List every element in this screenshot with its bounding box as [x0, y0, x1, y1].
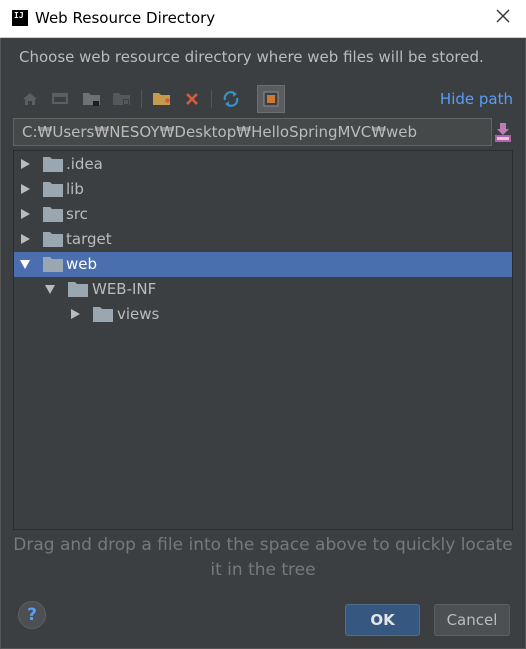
desktop-icon — [52, 93, 68, 104]
tree-item-views[interactable]: views — [14, 302, 512, 327]
close-window-button[interactable] — [494, 8, 512, 26]
toolbar-separator — [141, 90, 142, 108]
close-icon — [496, 9, 510, 23]
tree-item-idea[interactable]: .idea — [14, 152, 512, 177]
module-directory-button[interactable] — [110, 87, 134, 111]
project-icon — [83, 93, 100, 106]
tree-item-label: src — [66, 205, 88, 223]
path-input[interactable]: C:₩Users₩NESOY₩Desktop₩HelloSpringMVC₩we… — [13, 118, 492, 146]
folder-icon — [43, 182, 63, 197]
tree-item-target[interactable]: target — [14, 227, 512, 252]
expand-arrow-icon[interactable] — [19, 158, 31, 170]
folder-icon — [93, 307, 113, 322]
tree-item-label: .idea — [66, 155, 103, 173]
folder-icon — [43, 257, 63, 272]
home-icon — [23, 93, 37, 105]
directory-tree[interactable]: .idea lib src target web WEB-INF views — [13, 150, 513, 530]
hint-line-1: Drag and drop a file into the space abov… — [13, 535, 513, 555]
new-folder-button[interactable] — [150, 87, 174, 111]
window-title: Web Resource Directory — [35, 9, 216, 27]
hint-line-2: it in the tree — [210, 560, 316, 580]
ok-button[interactable]: OK — [345, 604, 420, 636]
title-bar: IJ Web Resource Directory — [0, 0, 526, 38]
download-arrow-icon — [495, 123, 511, 142]
tree-item-label: target — [66, 230, 112, 248]
refresh-icon — [223, 91, 239, 107]
tree-item-lib[interactable]: lib — [14, 177, 512, 202]
cancel-button[interactable]: Cancel — [434, 604, 510, 636]
folder-icon — [43, 232, 63, 247]
show-hidden-icon — [263, 91, 279, 107]
tree-item-src[interactable]: src — [14, 202, 512, 227]
collapse-arrow-icon[interactable] — [44, 283, 56, 295]
expand-arrow-icon[interactable] — [19, 183, 31, 195]
folder-icon — [43, 157, 63, 172]
tree-item-web[interactable]: web — [14, 252, 512, 277]
tree-item-label: WEB-INF — [92, 280, 157, 298]
drag-drop-hint: Drag and drop a file into the space abov… — [0, 533, 526, 583]
path-row: C:₩Users₩NESOY₩Desktop₩HelloSpringMVC₩we… — [13, 118, 513, 146]
expand-arrow-icon[interactable] — [19, 208, 31, 220]
tree-item-label: web — [66, 255, 98, 273]
delete-icon — [186, 93, 198, 105]
tree-item-label: views — [117, 305, 160, 323]
desktop-button[interactable] — [48, 87, 72, 111]
expand-arrow-icon[interactable] — [69, 308, 81, 320]
intellij-app-icon: IJ — [12, 10, 28, 26]
toolbar-separator — [211, 90, 212, 108]
refresh-button[interactable] — [219, 87, 243, 111]
new-folder-icon — [153, 93, 170, 105]
folder-icon — [68, 282, 88, 297]
expand-arrow-icon[interactable] — [19, 233, 31, 245]
collapse-arrow-icon[interactable] — [19, 258, 31, 270]
delete-button[interactable] — [180, 87, 204, 111]
project-directory-button[interactable] — [80, 87, 104, 111]
home-button[interactable] — [18, 87, 42, 111]
help-button[interactable]: ? — [18, 601, 46, 629]
module-icon — [113, 93, 130, 105]
tree-item-label: lib — [66, 180, 84, 198]
dialog-description: Choose web resource directory where web … — [19, 48, 484, 66]
show-hidden-files-toggle[interactable] — [257, 85, 285, 113]
folder-icon — [43, 207, 63, 222]
path-history-button[interactable] — [493, 121, 513, 143]
tree-item-web-inf[interactable]: WEB-INF — [14, 277, 512, 302]
hide-path-link[interactable]: Hide path — [440, 90, 513, 108]
